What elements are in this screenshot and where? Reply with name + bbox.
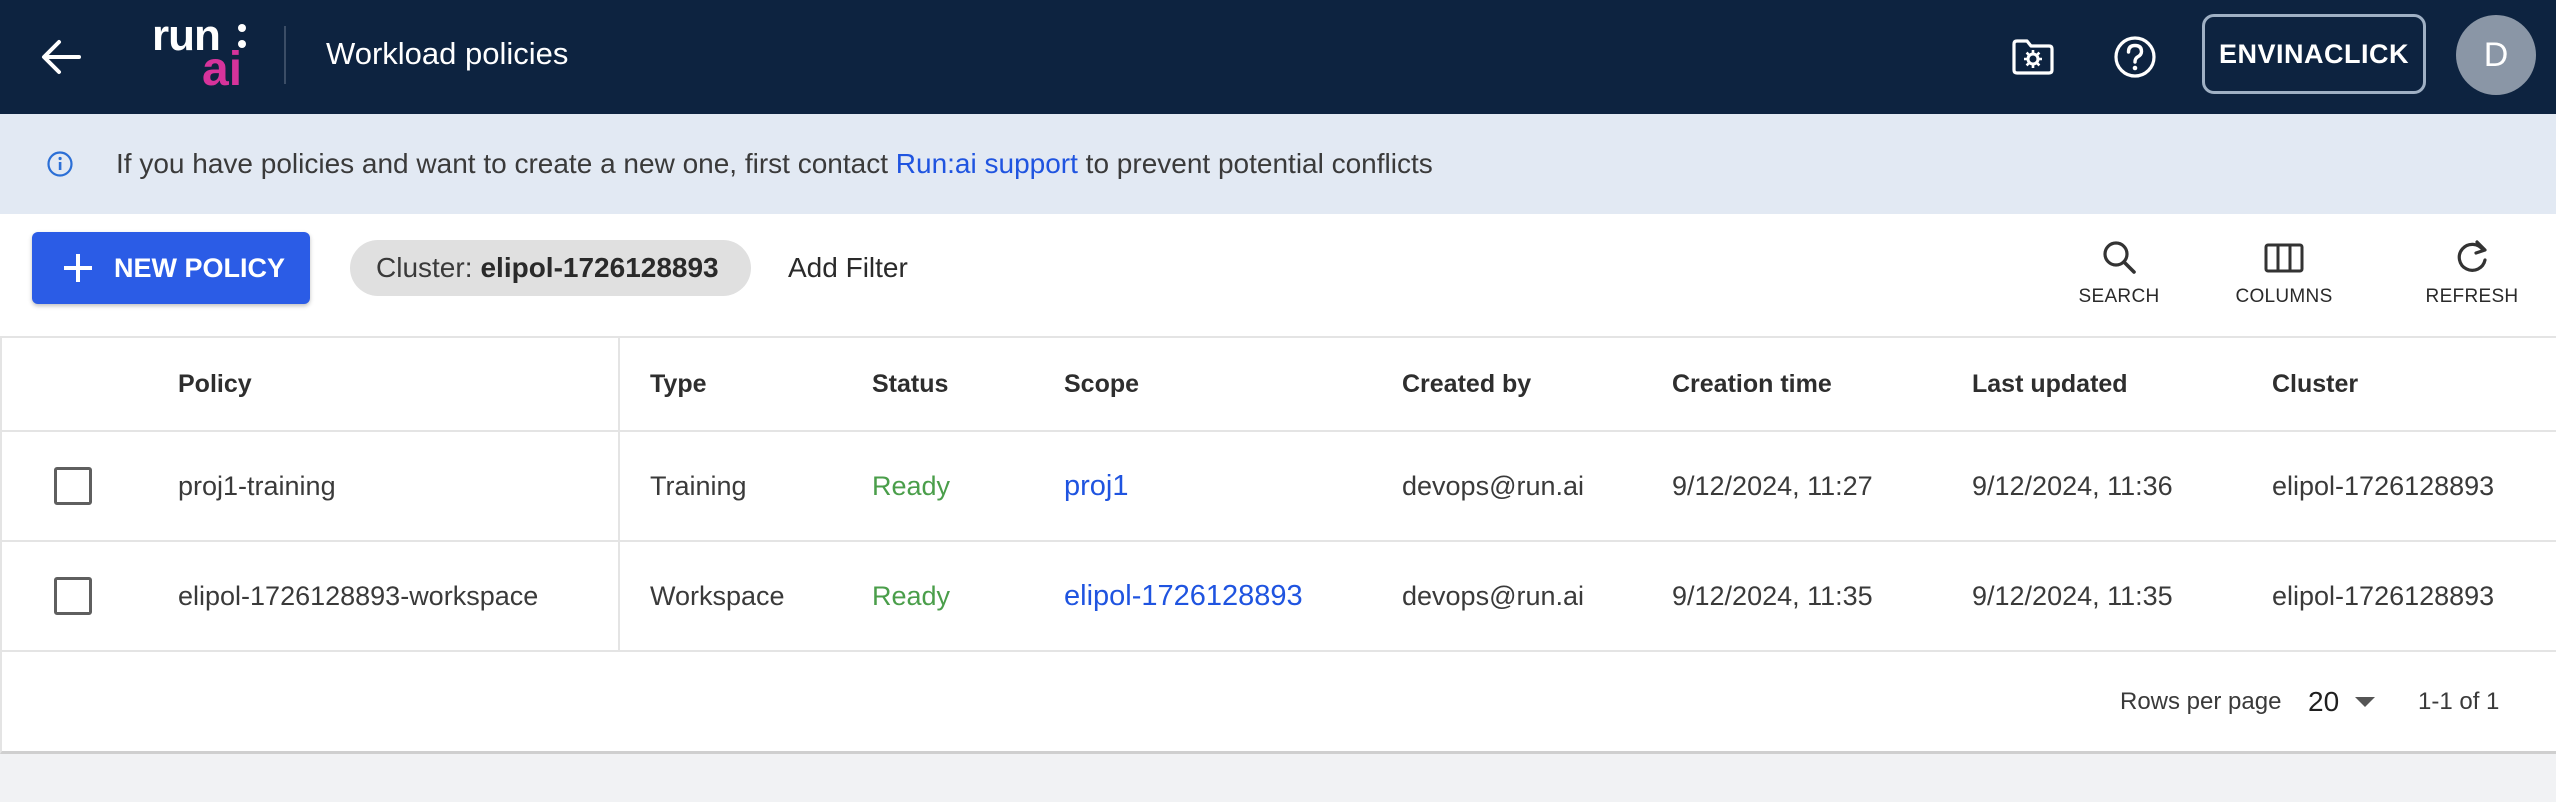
new-policy-label: NEW POLICY <box>114 252 286 283</box>
column-header-type[interactable]: Type <box>650 338 707 430</box>
policies-table: Policy Type Status Scope Created by Crea… <box>0 336 2556 754</box>
row-checkbox-cell <box>54 432 92 540</box>
column-header-cluster[interactable]: Cluster <box>2272 338 2358 430</box>
column-header-scope[interactable]: Scope <box>1064 338 1139 430</box>
cluster-filter-chip[interactable]: Cluster: elipol-1726128893 <box>350 240 751 296</box>
cell-cluster: elipol-1726128893 <box>2272 470 2495 501</box>
arrow-left-icon <box>42 40 81 74</box>
columns-button[interactable]: COLUMNS <box>2232 238 2336 318</box>
column-header-creation-time[interactable]: Creation time <box>1672 338 1832 430</box>
help-button[interactable] <box>2104 26 2166 88</box>
add-filter-button[interactable]: Add Filter <box>788 252 908 284</box>
column-header-status[interactable]: Status <box>872 338 948 430</box>
cell-last-updated: 9/12/2024, 11:36 <box>1972 470 2173 501</box>
folder-gear-icon <box>2012 39 2054 75</box>
cell-cluster: elipol-1726128893 <box>2272 580 2495 611</box>
row-checkbox[interactable] <box>54 577 92 615</box>
cell-creation-time: 9/12/2024, 11:27 <box>1672 470 1873 501</box>
plus-icon <box>64 254 92 282</box>
cell-type: Training <box>650 470 747 501</box>
column-header-last-updated[interactable]: Last updated <box>1972 338 2128 430</box>
filter-chip-value: elipol-1726128893 <box>480 252 719 283</box>
rows-per-page-value: 20 <box>2308 686 2340 717</box>
table-row[interactable]: elipol-1726128893-workspace Workspace Re… <box>2 542 2556 652</box>
back-button[interactable] <box>32 28 90 86</box>
help-circle-icon <box>2114 36 2156 78</box>
cell-created-by: devops@run.ai <box>1402 580 1585 611</box>
banner-text-after: to prevent potential conflicts <box>1077 148 1433 179</box>
table-pagination: Rows per page 20 1-1 of 1 <box>2 652 2556 752</box>
caret-down-icon <box>2355 697 2376 707</box>
header-divider <box>284 26 286 84</box>
support-link[interactable]: Run:ai support <box>896 148 1078 179</box>
info-icon <box>47 151 73 177</box>
column-header-policy[interactable]: Policy <box>178 338 252 430</box>
row-checkbox-cell <box>54 542 92 650</box>
cell-created-by: devops@run.ai <box>1402 470 1585 501</box>
new-policy-button[interactable]: NEW POLICY <box>32 232 310 304</box>
pagination-range: 1-1 of 1 <box>2418 688 2500 715</box>
cell-policy: elipol-1726128893-workspace <box>178 580 539 611</box>
cell-scope-link[interactable]: elipol-1726128893 <box>1064 542 1303 650</box>
banner-text-before: If you have policies and want to create … <box>116 148 896 179</box>
columns-label: COLUMNS <box>2235 286 2333 307</box>
cell-creation-time: 9/12/2024, 11:35 <box>1672 580 1873 611</box>
cell-status: Ready <box>872 470 951 501</box>
refresh-icon <box>2457 240 2487 272</box>
logo-ai: ai <box>202 43 243 96</box>
rows-per-page-select[interactable]: 20 <box>2308 680 2398 724</box>
rows-per-page-label: Rows per page <box>2120 688 2282 715</box>
refresh-label: REFRESH <box>2425 286 2519 307</box>
search-label: SEARCH <box>2078 286 2160 307</box>
column-header-created-by[interactable]: Created by <box>1402 338 1531 430</box>
toolbar: NEW POLICY Cluster: elipol-1726128893 Ad… <box>0 214 2556 336</box>
cell-type: Workspace <box>650 580 785 611</box>
page-title: Workload policies <box>326 36 569 71</box>
table-header-row: Policy Type Status Scope Created by Crea… <box>2 338 2556 432</box>
cell-scope-link[interactable]: proj1 <box>1064 432 1129 540</box>
table-row[interactable]: proj1-training Training Ready proj1 devo… <box>2 432 2556 542</box>
folder-settings-button[interactable] <box>2002 26 2064 88</box>
cell-last-updated: 9/12/2024, 11:35 <box>1972 580 2173 611</box>
filter-chip-label: Cluster: <box>376 252 473 283</box>
top-app-bar: run ai Workload policies ENVINACLICK D <box>0 0 2556 114</box>
banner-message: If you have policies and want to create … <box>116 148 1433 180</box>
runai-logo[interactable]: run ai <box>150 14 250 94</box>
search-icon <box>2103 241 2136 274</box>
avatar[interactable]: D <box>2456 15 2536 95</box>
cell-status: Ready <box>872 580 951 611</box>
cell-policy: proj1-training <box>178 470 336 501</box>
row-checkbox[interactable] <box>54 467 92 505</box>
account-button[interactable]: ENVINACLICK <box>2202 14 2426 94</box>
refresh-button[interactable]: REFRESH <box>2424 238 2520 318</box>
columns-icon <box>2264 243 2304 273</box>
info-banner: If you have policies and want to create … <box>0 114 2556 214</box>
search-button[interactable]: SEARCH <box>2074 238 2164 318</box>
